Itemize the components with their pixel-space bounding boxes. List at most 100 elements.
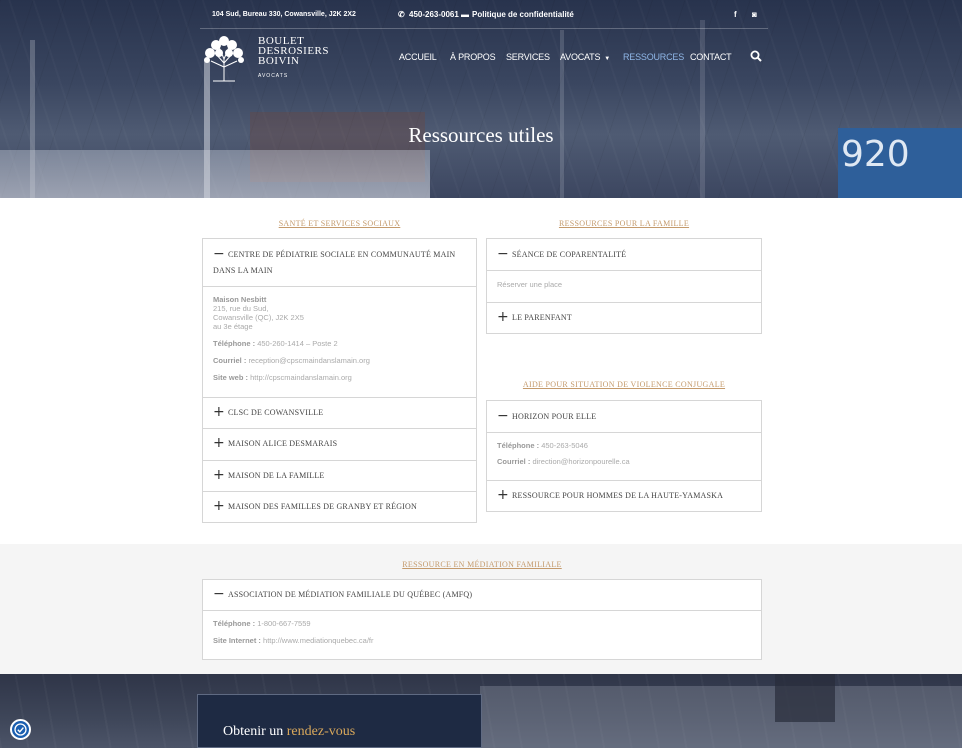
cpsc-address-line1: 215, rue du Sud, (213, 304, 269, 313)
accordion-label-alice: MAISON ALICE DESMARAIS (228, 439, 338, 448)
horizon-phone-label: Téléphone : (497, 441, 540, 450)
plus-icon: + (213, 498, 225, 514)
cpsc-email-label: Courriel : (213, 356, 247, 365)
accordion-famille: − SÉANCE DE COPARENTALITÉ Réserver une p… (486, 238, 762, 334)
accordion-label-granby: MAISON DES FAMILLES DE GRANBY ET RÉGION (228, 502, 417, 511)
footer-post-shape (775, 674, 835, 722)
cpsc-address-line3: au 3e étage (213, 322, 253, 331)
nav-accueil[interactable]: ACCUEIL (399, 52, 437, 62)
plus-icon: + (213, 435, 225, 451)
nav-avocats-label: AVOCATS (560, 52, 601, 62)
cpsc-website: Site web : http://cpscmaindanslamain.org (213, 373, 352, 382)
accordion-header-cpsc[interactable]: − CENTRE DE PÉDIATRIE SOCIALE EN COMMUNA… (203, 239, 476, 287)
horizon-email-label: Courriel : (497, 457, 531, 466)
topbar-divider (200, 28, 768, 29)
accordion-header-clsc[interactable]: + CLSC DE COWANSVILLE (203, 398, 476, 429)
accessibility-button[interactable] (10, 719, 31, 740)
topbar-phone-label: 450-263-0061 (409, 10, 459, 19)
accordion-header-parenfant[interactable]: + LE PARENFANT (487, 303, 761, 334)
plus-icon: + (497, 309, 509, 325)
plus-icon: + (497, 487, 509, 503)
accordion-violence: − HORIZON POUR ELLE Téléphone : 450-263-… (486, 400, 762, 512)
minus-icon: − (213, 586, 225, 602)
topbar-phone[interactable]: ✆ 450-263-0061 (398, 10, 459, 19)
comment-icon: ▬ (461, 10, 469, 19)
accordion-mediation: − ASSOCIATION DE MÉDIATION FAMILIALE DU … (202, 579, 762, 660)
accordion-label-hommes: RESSOURCE POUR HOMMES DE LA HAUTE-YAMASK… (512, 491, 724, 500)
topbar-privacy-label: Politique de confidentialité (472, 10, 574, 19)
accordion-header-horizon[interactable]: − HORIZON POUR ELLE (487, 401, 761, 433)
section-title-violence: AIDE POUR SITUATION DE VIOLENCE CONJUGAL… (522, 380, 726, 389)
horizon-phone-value: 450-263-5046 (541, 441, 588, 450)
accordion-label-clsc: CLSC DE COWANSVILLE (228, 408, 324, 417)
amfq-phone-label: Téléphone : (213, 619, 256, 628)
cpsc-phone-value: 450-260-1414 – Poste 2 (257, 339, 338, 348)
accordion-header-hommes[interactable]: + RESSOURCE POUR HOMMES DE LA HAUTE-YAMA… (487, 481, 761, 512)
cpsc-address-line2: Cowansville (QC), J2K 2X5 (213, 313, 304, 322)
nav-services[interactable]: SERVICES (506, 52, 550, 62)
accordion-body-coparentalite: Réserver une place (487, 271, 761, 303)
amfq-website: Site Internet : http://www.mediationqueb… (213, 636, 374, 645)
search-icon[interactable] (750, 50, 762, 62)
plus-icon: + (213, 467, 225, 483)
minus-icon: − (497, 246, 509, 262)
accordion-label-amfq: ASSOCIATION DE MÉDIATION FAMILIALE DU QU… (228, 590, 473, 599)
cpsc-phone: Téléphone : 450-260-1414 – Poste 2 (213, 339, 338, 348)
logo-line-boivin: BOIVIN (258, 55, 300, 67)
accordion-label-coparentalite: SÉANCE DE COPARENTALITÉ (512, 250, 627, 259)
reserve-place-link[interactable]: Réserver une place (497, 280, 562, 289)
topbar-address: 104 Sud, Bureau 330, Cowansville, J2K 2X… (212, 11, 356, 18)
accordion-label-cpsc: CENTRE DE PÉDIATRIE SOCIALE EN COMMUNAUT… (213, 250, 456, 275)
accordion-body-amfq: Téléphone : 1-800-667-7559 Site Internet… (203, 611, 761, 660)
cpsc-email: Courriel : reception@cpscmaindanslamain.… (213, 356, 370, 365)
page-title: Ressources utiles (408, 123, 554, 147)
nav-contact[interactable]: CONTACT (690, 52, 732, 62)
footer-snow-shape (480, 686, 962, 748)
phone-icon: ✆ (398, 10, 405, 19)
cpsc-website-value[interactable]: http://cpscmaindanslamain.org (250, 373, 352, 382)
accordion-body-cpsc: Maison Nesbitt 215, rue du Sud, Cowansvi… (203, 287, 476, 398)
accordion-header-granby[interactable]: + MAISON DES FAMILLES DE GRANBY ET RÉGIO… (203, 492, 476, 523)
appointment-box[interactable]: Obtenir un rendez-vous (197, 694, 482, 748)
amfq-website-value[interactable]: http://www.mediationquebec.ca/fr (263, 636, 373, 645)
section-title-sante: SANTÉ ET SERVICES SOCIAUX (278, 219, 401, 228)
cpsc-website-label: Site web : (213, 373, 249, 382)
accordion-body-horizon: Téléphone : 450-263-5046 Courriel : dire… (487, 433, 761, 481)
accordion-sante: − CENTRE DE PÉDIATRIE SOCIALE EN COMMUNA… (202, 238, 477, 523)
site-logo[interactable]: BOULET DESROSIERS BOIVIN AVOCATS (201, 33, 331, 83)
nav-ressources[interactable]: RESSOURCES (623, 52, 684, 62)
caret-down-icon: ▼ (604, 56, 611, 62)
accordion-label-parenfant: LE PARENFANT (512, 313, 572, 322)
plus-icon: + (213, 404, 225, 420)
cpsc-phone-label: Téléphone : (213, 339, 256, 348)
horizon-email-value[interactable]: direction@horizonpourelle.ca (532, 457, 629, 466)
appointment-heading-prefix: Obtenir un (223, 724, 284, 739)
nav-a-propos[interactable]: À PROPOS (450, 52, 496, 62)
minus-icon: − (497, 408, 509, 424)
cpsc-email-value[interactable]: reception@cpscmaindanslamain.org (248, 356, 369, 365)
amfq-website-label: Site Internet : (213, 636, 261, 645)
horizon-phone: Téléphone : 450-263-5046 (497, 441, 588, 450)
appointment-heading: Obtenir un rendez-vous (223, 724, 355, 740)
accordion-header-alice[interactable]: + MAISON ALICE DESMARAIS (203, 429, 476, 461)
facebook-icon[interactable]: f (734, 10, 737, 19)
appointment-heading-highlight: rendez-vous (286, 724, 356, 739)
amfq-phone: Téléphone : 1-800-667-7559 (213, 619, 311, 628)
accordion-header-coparentalite[interactable]: − SÉANCE DE COPARENTALITÉ (487, 239, 761, 271)
accordion-header-amfq[interactable]: − ASSOCIATION DE MÉDIATION FAMILIALE DU … (203, 580, 761, 611)
hero-tree-trunk (700, 20, 705, 198)
amfq-phone-value: 1-800-667-7559 (257, 619, 311, 628)
tree-logo-icon (204, 36, 244, 82)
section-title-famille: RESSOURCES POUR LA FAMILLE (558, 219, 690, 228)
hero-tree-trunk (30, 40, 35, 198)
accordion-label-horizon: HORIZON POUR ELLE (512, 412, 597, 421)
horizon-email: Courriel : direction@horizonpourelle.ca (497, 457, 630, 466)
logo-subtitle: AVOCATS (258, 73, 289, 79)
hero-snow-shape (0, 150, 430, 198)
cpsc-place-name: Maison Nesbitt (213, 295, 267, 304)
accordion-header-maison-famille[interactable]: + MAISON DE LA FAMILLE (203, 461, 476, 492)
instagram-icon[interactable]: ◙ (752, 10, 757, 19)
nav-avocats[interactable]: AVOCATS ▼ (560, 52, 610, 62)
topbar-privacy-link[interactable]: ▬ Politique de confidentialité (461, 10, 574, 19)
cpsc-place: Maison Nesbitt (213, 295, 266, 304)
